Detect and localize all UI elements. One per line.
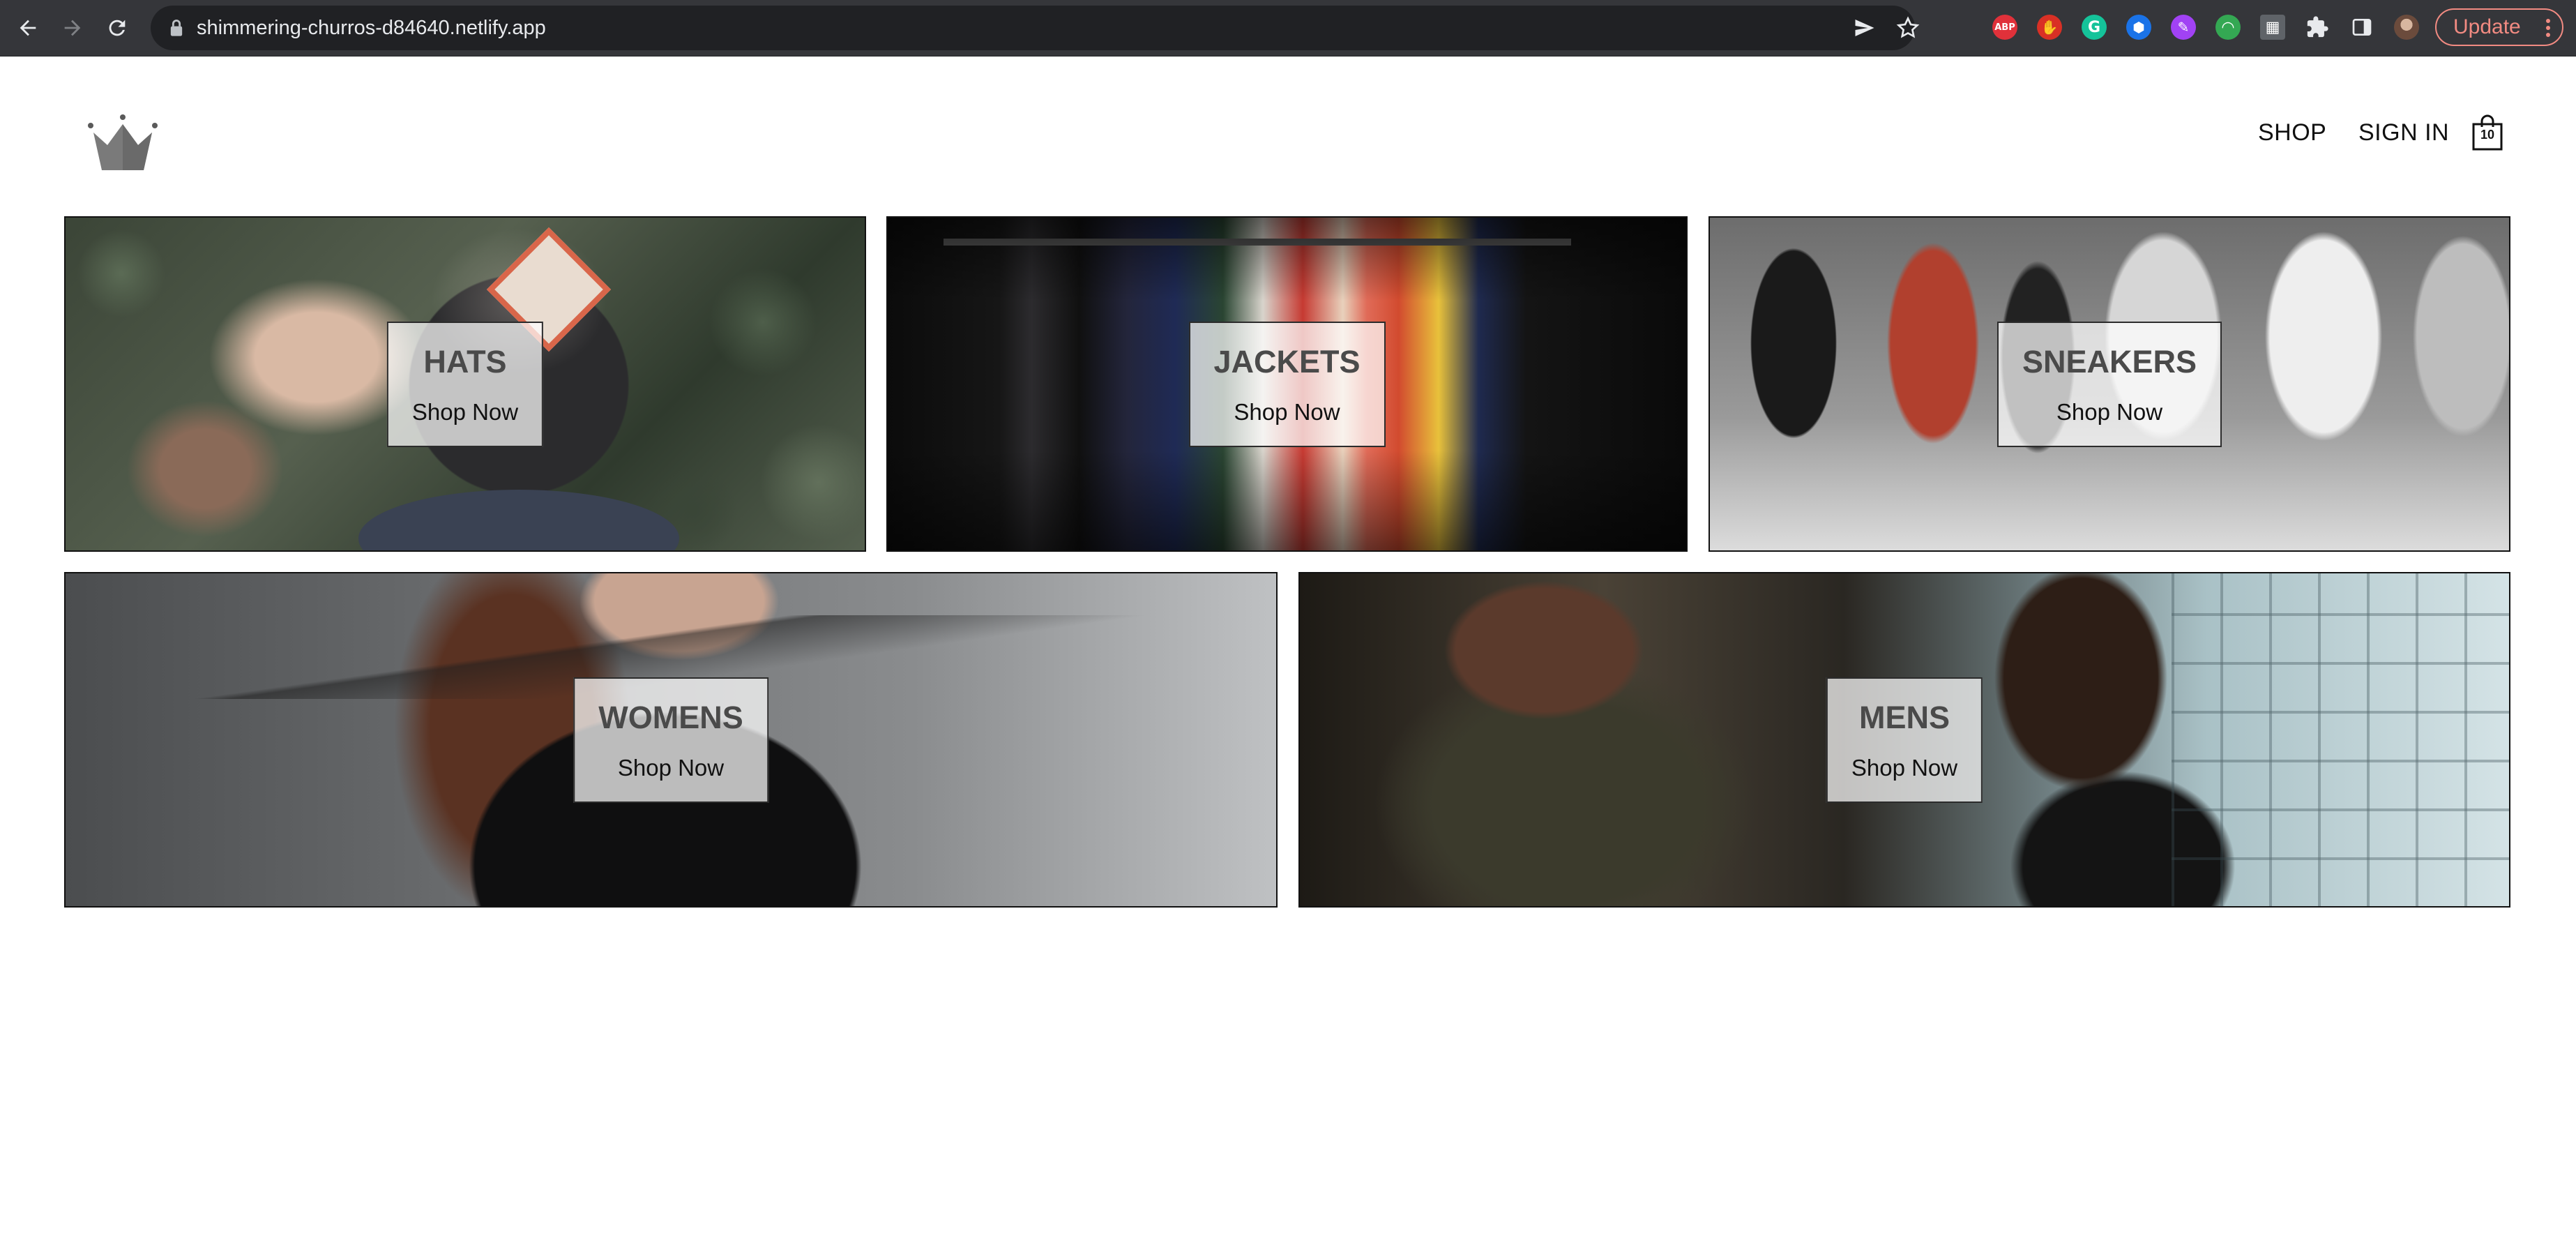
nav-signin-link[interactable]: SIGN IN — [2358, 119, 2449, 146]
arrow-left-icon — [20, 20, 36, 36]
shop-now-link[interactable]: Shop Now — [618, 753, 724, 783]
lock-icon — [170, 20, 183, 36]
category-tile-jackets[interactable]: JACKETS Shop Now — [886, 216, 1688, 552]
browser-toolbar: shimmering-churros-d84640.netlify.app AB… — [0, 0, 2576, 57]
crown-icon[interactable] — [86, 113, 159, 172]
category-tile-sneakers[interactable]: SNEAKERS Shop Now — [1709, 216, 2510, 552]
calendar-extension-icon[interactable]: ▦ — [2259, 14, 2286, 40]
reload-icon — [109, 20, 126, 36]
bookmark-star-icon[interactable] — [1895, 15, 1920, 40]
building-windows-decoration — [2172, 573, 2509, 906]
nav-shop-link[interactable]: SHOP — [2258, 119, 2326, 146]
shop-now-link[interactable]: Shop Now — [412, 397, 518, 428]
category-title: SNEAKERS — [2022, 343, 2197, 379]
cart-count: 10 — [2480, 128, 2495, 142]
grammarly-extension-icon[interactable]: G — [2081, 14, 2107, 40]
category-title: MENS — [1858, 699, 1950, 735]
url-text[interactable]: shimmering-churros-d84640.netlify.app — [197, 6, 546, 50]
arrow-right-icon — [64, 20, 81, 36]
category-label-box[interactable]: WOMENS Shop Now — [573, 677, 768, 803]
back-button[interactable] — [13, 13, 43, 43]
side-panel-icon[interactable] — [2349, 14, 2375, 40]
category-title: HATS — [423, 343, 507, 379]
rainbow-extension-icon[interactable]: ◠ — [2215, 14, 2241, 40]
hand-extension-icon[interactable]: ✋ — [2036, 14, 2063, 40]
category-label-box[interactable]: JACKETS Shop Now — [1188, 321, 1386, 447]
shop-now-link[interactable]: Shop Now — [1851, 753, 1957, 783]
reload-button[interactable] — [102, 13, 132, 43]
more-vert-icon — [2546, 19, 2550, 37]
shield-extension-icon[interactable]: ⬢ — [2126, 14, 2152, 40]
category-tile-hats[interactable]: HATS Shop Now — [64, 216, 866, 552]
site-header: SHOP SIGN IN 10 — [0, 56, 2576, 216]
shop-now-link[interactable]: Shop Now — [1234, 397, 1340, 428]
category-tile-womens[interactable]: WOMENS Shop Now — [64, 572, 1278, 908]
adblock-extension-icon[interactable]: ABP — [1992, 14, 2018, 40]
category-title: JACKETS — [1213, 343, 1361, 379]
category-title: WOMENS — [598, 699, 743, 735]
category-tile-mens[interactable]: MENS Shop Now — [1298, 572, 2510, 908]
profile-avatar[interactable] — [2393, 14, 2420, 40]
quill-extension-icon[interactable]: ✎ — [2170, 14, 2197, 40]
address-bar[interactable]: shimmering-churros-d84640.netlify.app — [151, 6, 1920, 50]
category-label-box[interactable]: MENS Shop Now — [1826, 677, 1983, 803]
puzzle-extensions-icon[interactable] — [2304, 14, 2331, 40]
shop-now-link[interactable]: Shop Now — [2056, 397, 2162, 428]
update-button[interactable]: Update — [2435, 8, 2563, 46]
category-label-box[interactable]: SNEAKERS Shop Now — [1997, 321, 2222, 447]
cart-button[interactable]: 10 — [2471, 114, 2503, 151]
category-label-box[interactable]: HATS Shop Now — [386, 321, 544, 447]
forward-button[interactable] — [57, 13, 88, 43]
send-icon[interactable] — [1852, 15, 1877, 40]
